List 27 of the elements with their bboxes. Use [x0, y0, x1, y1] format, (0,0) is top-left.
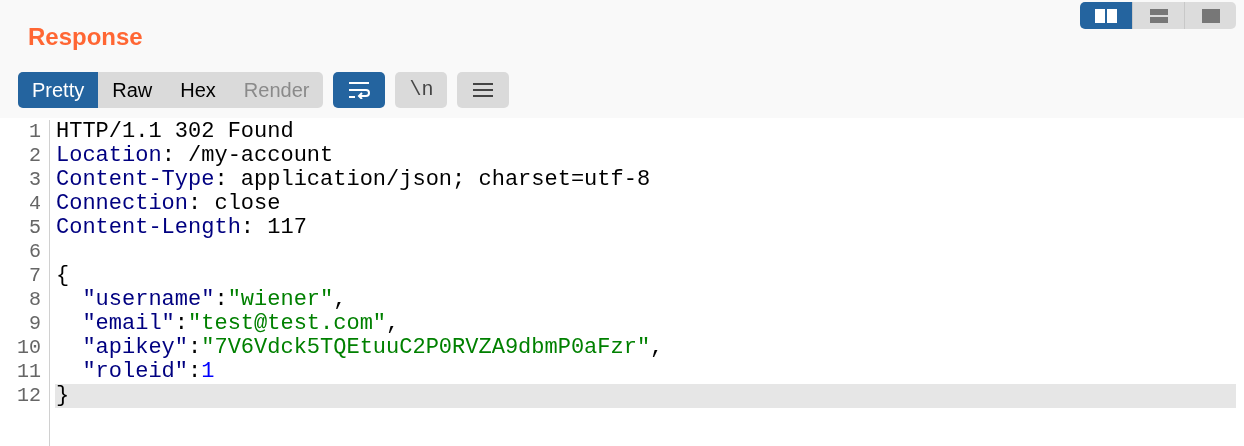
layout-button[interactable] [1080, 2, 1132, 29]
wrap-icon [348, 81, 371, 99]
newline-toggle[interactable]: \n [395, 72, 448, 108]
wrap-toggle[interactable] [333, 72, 386, 108]
line-number: 8 [29, 288, 41, 312]
line-number: 12 [17, 384, 41, 408]
line-number: 6 [29, 240, 41, 264]
layout-button[interactable] [1184, 2, 1236, 29]
view-tab[interactable]: Hex [166, 72, 230, 108]
view-tab[interactable]: Pretty [18, 72, 99, 108]
panel-title: Response [28, 22, 144, 52]
columns-icon [1095, 8, 1117, 23]
menu-button[interactable] [457, 72, 510, 108]
square-icon [1201, 8, 1220, 23]
line-number: 2 [29, 144, 41, 168]
layout-button[interactable] [1132, 2, 1184, 29]
line-number: 10 [17, 336, 41, 360]
line-number: 11 [17, 360, 41, 384]
line-number: 1 [29, 120, 41, 144]
view-tab[interactable]: Raw [98, 72, 167, 108]
line-number: 9 [29, 312, 41, 336]
rows-icon [1149, 8, 1168, 23]
line-number: 4 [29, 192, 41, 216]
line-number: 3 [29, 168, 41, 192]
line-number: 5 [29, 216, 41, 240]
menu-icon [473, 82, 494, 98]
line-number: 7 [29, 264, 41, 288]
